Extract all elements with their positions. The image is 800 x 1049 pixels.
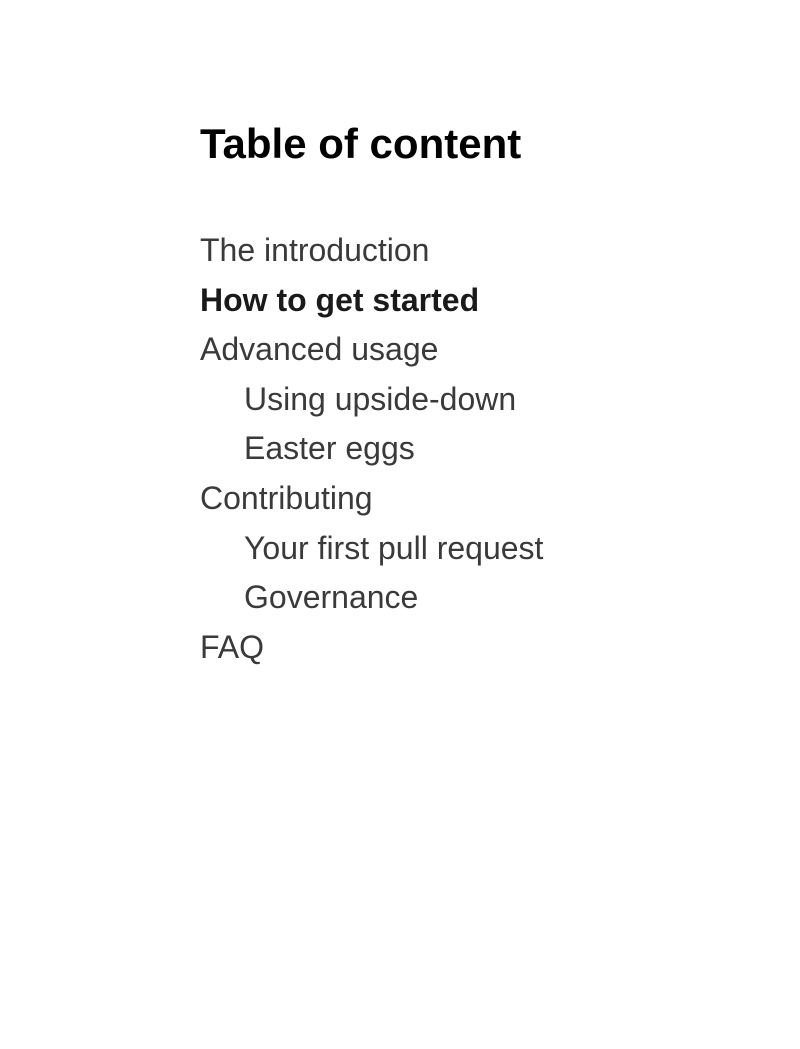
toc-sublist-contributing: Your first pull request Governance bbox=[200, 524, 800, 623]
toc-item-advanced-usage[interactable]: Advanced usage bbox=[200, 325, 800, 375]
toc-item-get-started[interactable]: How to get started bbox=[200, 276, 800, 326]
toc-item-faq[interactable]: FAQ bbox=[200, 623, 800, 673]
toc-item-introduction[interactable]: The introduction bbox=[200, 226, 800, 276]
toc-item-contributing[interactable]: Contributing bbox=[200, 474, 800, 524]
toc-subitem-easter-eggs[interactable]: Easter eggs bbox=[244, 424, 800, 474]
toc-subitem-governance[interactable]: Governance bbox=[244, 573, 800, 623]
toc-subitem-first-pr[interactable]: Your first pull request bbox=[244, 524, 800, 574]
toc-subgroup-contributing: Your first pull request Governance bbox=[200, 524, 800, 623]
toc-subgroup-advanced: Using upside-down Easter eggs bbox=[200, 375, 800, 474]
page-title: Table of content bbox=[200, 120, 800, 168]
toc-subitem-upside-down[interactable]: Using upside-down bbox=[244, 375, 800, 425]
toc-list: The introduction How to get started Adva… bbox=[200, 226, 800, 672]
toc-sublist-advanced: Using upside-down Easter eggs bbox=[200, 375, 800, 474]
